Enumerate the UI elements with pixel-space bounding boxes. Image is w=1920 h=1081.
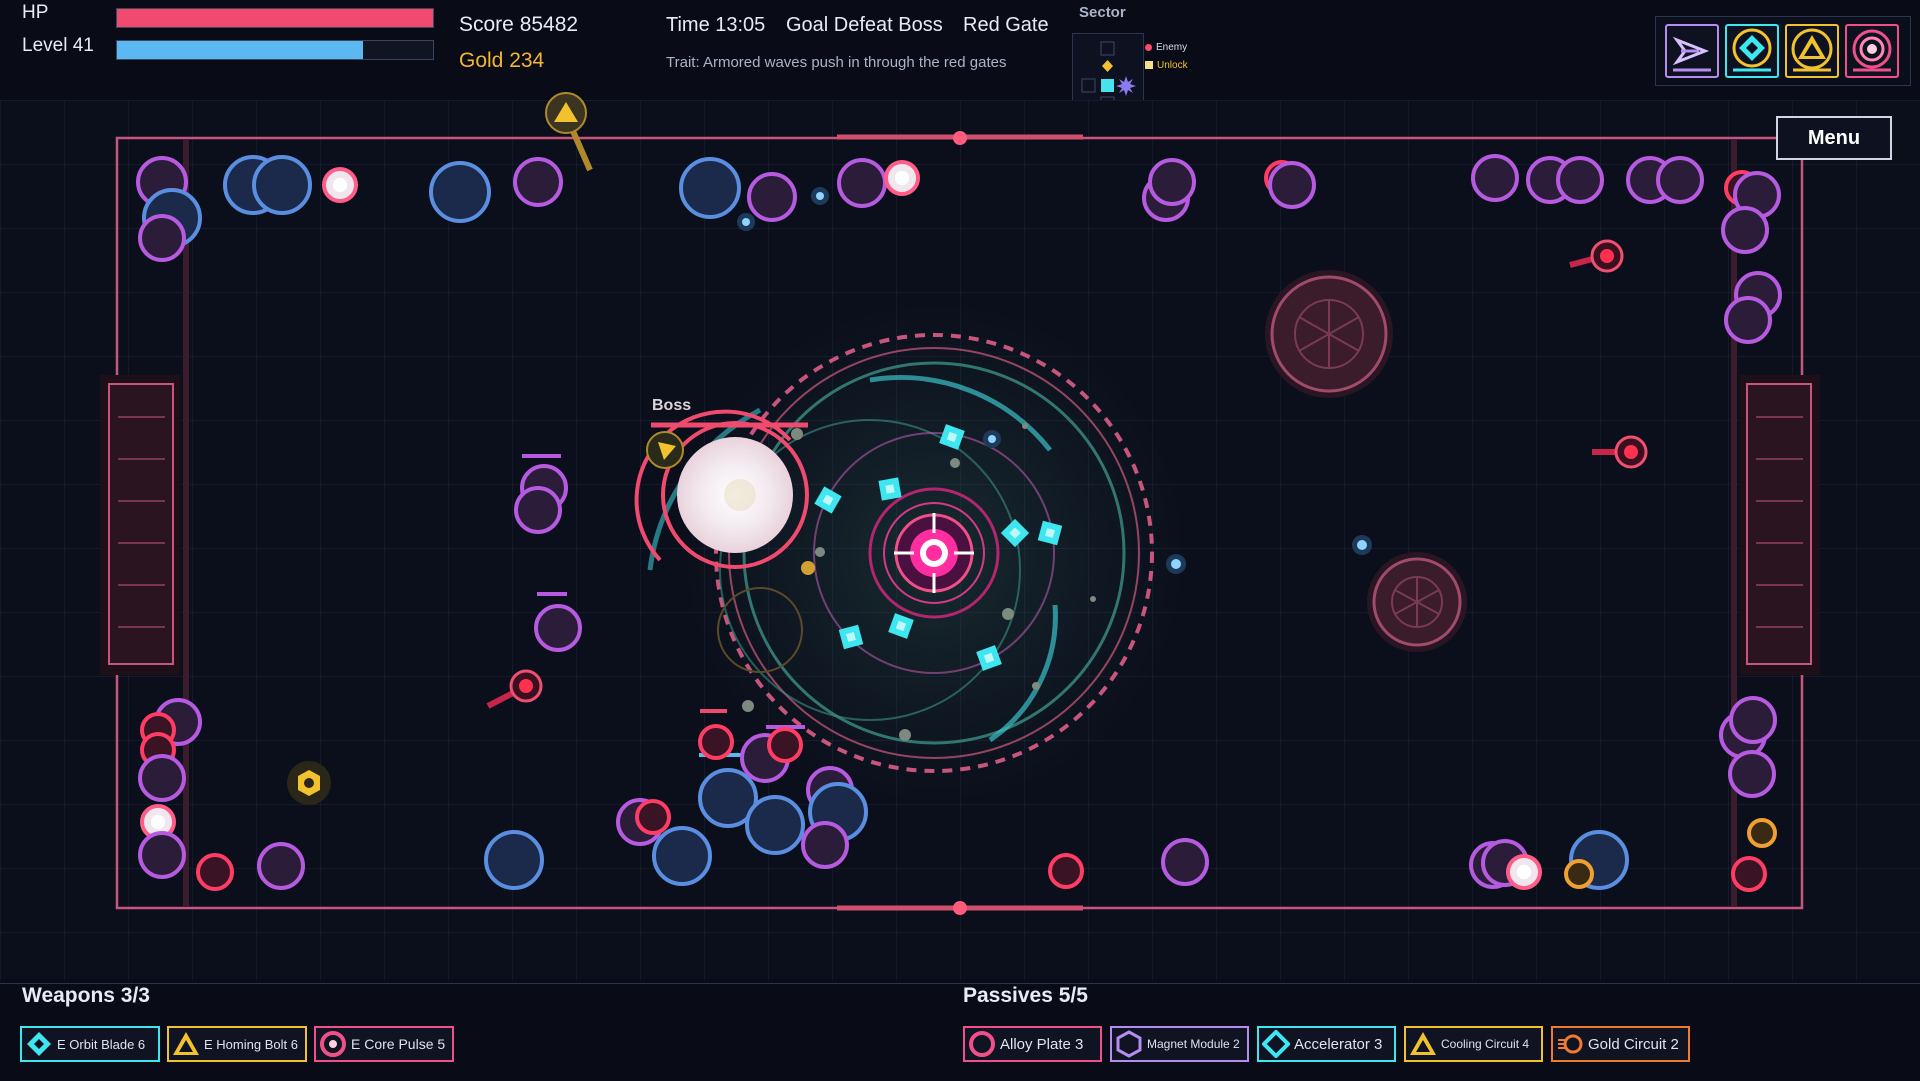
enemy-drone: [138, 214, 186, 262]
enemy-drone: [1728, 750, 1776, 798]
enemy-drone: [1148, 158, 1196, 206]
enemy-drone: [513, 157, 563, 207]
triangle-icon: [1410, 1032, 1436, 1055]
left-red-gate: [100, 375, 180, 675]
coin-icon: [1558, 1034, 1583, 1054]
enemy-drone: [196, 853, 234, 891]
enemy-core: [332, 177, 348, 193]
enemy-drone: [801, 821, 849, 869]
enemy-drone: [1161, 838, 1209, 886]
enemy-drone: [1564, 859, 1594, 889]
turret-enemy[interactable]: [486, 669, 543, 709]
enemy-drone: [429, 161, 491, 223]
enemy-drone: [747, 172, 797, 222]
enemy-drone: [1268, 161, 1316, 209]
passives-title: Passives 5/5: [963, 984, 1088, 1007]
enemy-drone: [534, 604, 582, 652]
passive-slot-accelerator[interactable]: Accelerator 3: [1257, 1026, 1396, 1062]
enemy-drone: [252, 155, 312, 215]
enemy-drone: [1731, 856, 1767, 892]
weapon-label: E Homing Bolt 6: [204, 1036, 298, 1052]
enemy-drone: [1471, 154, 1519, 202]
enemy-drone: [652, 826, 712, 886]
passive-slot-gold-circuit[interactable]: Gold Circuit 2: [1551, 1026, 1690, 1062]
enemy-drone: [837, 158, 887, 208]
right-red-gate: [1740, 375, 1820, 675]
passive-label: Cooling Circuit 4: [1441, 1037, 1530, 1051]
diamond-icon: [27, 1032, 51, 1056]
enemy-core: [1516, 864, 1532, 880]
passive-slot-magnet-module[interactable]: Magnet Module 2: [1110, 1026, 1249, 1062]
enemy-drone: [1048, 853, 1084, 889]
gold-coin: [801, 561, 815, 575]
enemy-drone: [767, 727, 803, 763]
weapon-label: E Orbit Blade 6: [57, 1036, 146, 1052]
ring-icon: [320, 1031, 346, 1057]
enemy-drone: [514, 486, 562, 534]
enemy-drone: [1556, 156, 1604, 204]
enemy-core: [894, 170, 910, 186]
enemy-drone: [138, 754, 186, 802]
magnet-pickup: [287, 761, 331, 805]
enemy-drone: [679, 157, 741, 219]
passive-label: Gold Circuit 2: [1588, 1035, 1679, 1053]
homing-bolt: [646, 431, 684, 469]
passive-label: Alloy Plate 3: [1000, 1035, 1084, 1053]
bottom-gate-node: [953, 901, 967, 915]
enemy-drone: [138, 831, 186, 879]
enemy-drone: [257, 842, 305, 890]
enemy-spawner: [1367, 552, 1467, 652]
enemy-drone: [1656, 156, 1704, 204]
turret-enemy[interactable]: [1569, 239, 1624, 273]
enemy-spawner: [1265, 270, 1393, 398]
enemy-core: [150, 814, 166, 830]
diamond-icon: [1262, 1030, 1290, 1058]
menu-button[interactable]: Menu: [1776, 116, 1892, 160]
enemy-drone: [635, 799, 671, 835]
top-gate-node: [953, 131, 967, 145]
triangle-icon: [173, 1032, 199, 1055]
passive-label: Magnet Module 2: [1147, 1037, 1240, 1051]
enemy-drone: [1729, 696, 1777, 744]
weapons-title: Weapons 3/3: [22, 984, 150, 1007]
weapon-slot-homing-bolt[interactable]: E Homing Bolt 6: [167, 1026, 307, 1062]
weapon-slot-orbit-blade[interactable]: E Orbit Blade 6: [20, 1026, 160, 1062]
ring-icon: [969, 1031, 995, 1057]
passive-slot-alloy-plate[interactable]: Alloy Plate 3: [963, 1026, 1102, 1062]
weapon-label: E Core Pulse 5: [351, 1036, 446, 1052]
homing-bolt: [545, 92, 593, 172]
passive-label: Accelerator 3: [1294, 1035, 1383, 1053]
turret-enemy[interactable]: [1592, 435, 1648, 469]
enemy-drone: [1721, 206, 1769, 254]
enemy-drone: [745, 795, 805, 855]
passive-slot-cooling-circuit[interactable]: Cooling Circuit 4: [1404, 1026, 1543, 1062]
arena[interactable]: Boss: [0, 0, 1920, 1080]
boss-label: Boss: [652, 397, 691, 414]
enemy-drone: [484, 830, 544, 890]
weapon-slot-core-pulse[interactable]: E Core Pulse 5: [314, 1026, 454, 1062]
enemy-drone: [1724, 296, 1772, 344]
hexagon-icon: [1116, 1030, 1142, 1058]
enemy-drone: [698, 724, 734, 760]
enemy-drone: [1747, 818, 1777, 848]
